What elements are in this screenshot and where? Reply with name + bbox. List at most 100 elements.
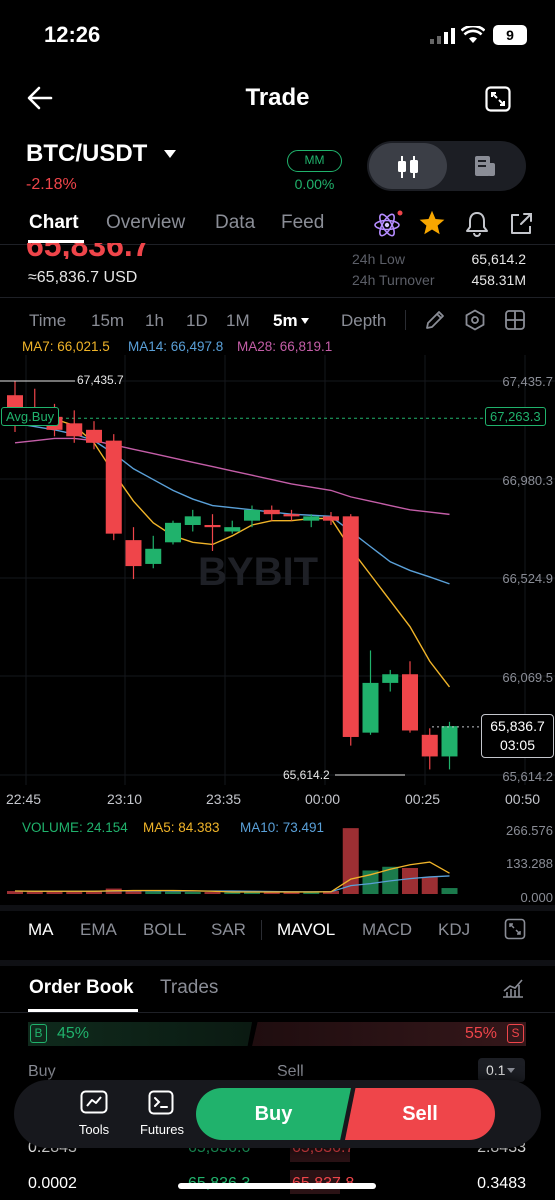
candle-body xyxy=(105,440,122,534)
candle-body xyxy=(342,516,359,737)
share-icon[interactable] xyxy=(508,211,534,237)
ind-ma[interactable]: MA xyxy=(28,920,54,940)
draw-pencil-icon[interactable] xyxy=(424,309,446,331)
low-value: 65,614.2 xyxy=(471,251,527,267)
volume-bar xyxy=(184,892,201,894)
tf-depth[interactable]: Depth xyxy=(341,311,386,331)
current-price: 65,836.7 xyxy=(490,718,545,734)
sell-button[interactable]: Sell xyxy=(345,1088,495,1140)
tf-1d[interactable]: 1D xyxy=(186,311,208,331)
info-mode-icon[interactable] xyxy=(474,155,496,177)
x-tick: 23:10 xyxy=(107,791,143,807)
y-tick: 66,069.5 xyxy=(502,670,553,685)
tf-time[interactable]: Time xyxy=(29,311,66,331)
page-title: Trade xyxy=(245,84,310,111)
candle-body xyxy=(125,540,142,567)
pair-selector[interactable]: BTC/USDT xyxy=(26,140,147,168)
tab-order-book[interactable]: Order Book xyxy=(29,977,134,999)
y-tick: 66,980.3 xyxy=(502,473,553,488)
tab-data[interactable]: Data xyxy=(215,212,255,234)
price-step-select[interactable]: 0.1 xyxy=(478,1058,525,1082)
tf-5m[interactable]: 5m xyxy=(273,311,298,331)
volume-bar xyxy=(402,868,418,894)
ind-boll[interactable]: BOLL xyxy=(143,920,186,940)
candle-body xyxy=(362,682,379,733)
home-indicator[interactable] xyxy=(178,1183,376,1189)
price-step-value: 0.1 xyxy=(486,1062,506,1078)
buy-button[interactable]: Buy xyxy=(196,1088,351,1140)
candle-mode-button[interactable] xyxy=(369,143,447,189)
buy-header: Buy xyxy=(28,1063,56,1080)
tools-chart-icon xyxy=(80,1090,108,1116)
futures-button[interactable]: Futures xyxy=(136,1090,188,1140)
mm-badge[interactable]: MM xyxy=(287,150,342,172)
ma7-legend: MA7: 66,021.5 xyxy=(22,339,110,354)
volume-bar xyxy=(421,877,438,894)
buy-qty[interactable]: 0.0002 xyxy=(28,1175,77,1193)
avg-buy-label[interactable]: Avg.Buy xyxy=(1,407,60,426)
y-tick: 67,435.7 xyxy=(502,374,553,389)
candle-body xyxy=(303,516,320,521)
candle-body xyxy=(323,516,339,521)
caret-down-icon[interactable] xyxy=(164,150,176,158)
tab-trades[interactable]: Trades xyxy=(160,977,218,999)
tf-1h[interactable]: 1h xyxy=(145,311,164,331)
settings-hex-icon[interactable] xyxy=(464,309,486,331)
section-divider xyxy=(0,960,555,966)
orderbook-divider xyxy=(0,1012,555,1013)
ind-sar[interactable]: SAR xyxy=(211,920,246,940)
candle-body xyxy=(263,509,280,515)
x-tick: 00:00 xyxy=(305,791,341,807)
x-tick: 00:25 xyxy=(405,791,441,807)
tools-button[interactable]: Tools xyxy=(72,1090,116,1140)
layout-grid-icon[interactable] xyxy=(504,309,526,331)
low-marker: 65,614.2 xyxy=(283,768,330,782)
step-caret-icon xyxy=(507,1068,515,1073)
volume-chart[interactable] xyxy=(0,826,555,896)
chart-mode-toggle[interactable] xyxy=(367,141,526,191)
sell-percent: 55% xyxy=(464,1025,497,1042)
fullscreen-icon[interactable] xyxy=(485,86,511,112)
candle-body xyxy=(224,527,241,532)
tab-feed[interactable]: Feed xyxy=(281,212,324,234)
tf-divider xyxy=(405,310,406,330)
ind-mavol[interactable]: MAVOL xyxy=(277,920,335,940)
expand-indicators-icon[interactable] xyxy=(504,918,526,940)
favorite-star-icon[interactable] xyxy=(418,209,446,237)
price-change: -2.18% xyxy=(26,176,77,193)
candle-body xyxy=(204,524,221,528)
current-price-tag[interactable]: 65,836.7 03:05 xyxy=(481,714,554,758)
ind-ema[interactable]: EMA xyxy=(80,920,117,940)
bell-icon[interactable] xyxy=(465,211,489,237)
battery-icon: 9 xyxy=(493,25,527,45)
status-time: 12:26 xyxy=(44,22,101,47)
chart-watermark: BYBIT xyxy=(198,550,318,594)
depth-chart-icon[interactable] xyxy=(501,977,525,999)
tab-chart[interactable]: Chart xyxy=(29,212,79,234)
futures-terminal-icon xyxy=(148,1090,174,1116)
tf-15m[interactable]: 15m xyxy=(91,311,124,331)
tf-caret-icon[interactable] xyxy=(301,318,309,324)
tools-label: Tools xyxy=(78,1122,110,1137)
pair-name: BTC/USDT xyxy=(26,140,148,167)
sell-badge: S xyxy=(507,1024,524,1043)
ai-atom-icon[interactable] xyxy=(373,210,403,238)
ind-kdj[interactable]: KDJ xyxy=(438,920,470,940)
turnover-value: 458.31M xyxy=(471,272,526,288)
candle-body xyxy=(165,522,181,543)
tab-overview[interactable]: Overview xyxy=(106,212,185,234)
candle-body xyxy=(244,509,260,521)
buy-percent: 45% xyxy=(57,1025,90,1042)
ind-macd[interactable]: MACD xyxy=(362,920,412,940)
tf-1m[interactable]: 1M xyxy=(226,311,250,331)
buy-sell-ratio-bar: B 45% 55% S xyxy=(28,1022,526,1046)
volume-bar xyxy=(441,888,458,894)
price-chart[interactable]: BYBIT xyxy=(0,355,555,815)
ma7-line xyxy=(14,405,451,688)
usd-price: ≈65,836.7 USD xyxy=(28,269,138,286)
low-label: 24h Low xyxy=(352,251,405,267)
mm-value: 0.00% xyxy=(294,176,335,192)
sell-qty[interactable]: 0.3483 xyxy=(477,1175,526,1193)
candle-body xyxy=(402,674,418,731)
futures-label: Futures xyxy=(139,1122,185,1137)
